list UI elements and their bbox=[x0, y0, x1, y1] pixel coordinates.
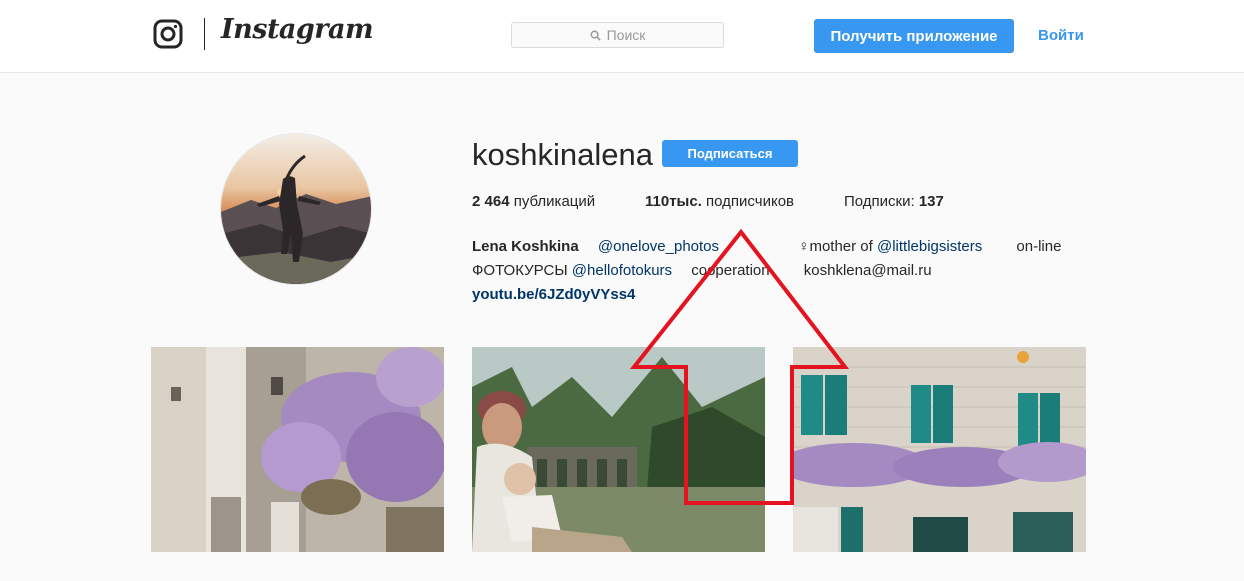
bio-mention-link[interactable]: @littlebigsisters bbox=[877, 238, 982, 255]
posts-count-stat: 2 464 публикаций bbox=[472, 193, 595, 210]
profile-username: koshkinalena bbox=[472, 137, 653, 172]
post-image bbox=[151, 347, 444, 552]
following-label: Подписки: bbox=[844, 193, 915, 210]
followers-stat[interactable]: 110тыс. подписчиков bbox=[645, 193, 794, 210]
bio-full-name: Lena Koshkina bbox=[472, 238, 579, 255]
top-navigation-bar: Instagram Поиск Получить приложение Войт… bbox=[0, 0, 1244, 73]
follow-button[interactable]: Подписаться bbox=[662, 140, 798, 167]
followers-count: 110тыс. bbox=[645, 193, 702, 210]
avatar-photo bbox=[221, 134, 371, 284]
bio-mention-link[interactable]: @hellofotokurs bbox=[572, 262, 672, 279]
search-placeholder: Поиск bbox=[606, 27, 646, 43]
instagram-camera-icon[interactable] bbox=[153, 19, 183, 49]
following-stat[interactable]: Подписки: 137 bbox=[844, 193, 944, 210]
bio-text bbox=[579, 238, 598, 255]
avatar[interactable] bbox=[220, 133, 372, 285]
logo-divider bbox=[204, 18, 205, 50]
followers-label: подписчиков bbox=[706, 193, 795, 210]
post-thumbnail[interactable] bbox=[793, 347, 1086, 552]
post-image bbox=[793, 347, 1086, 552]
search-icon bbox=[590, 30, 601, 41]
post-thumbnail[interactable] bbox=[472, 347, 765, 552]
bio-text: on-line bbox=[982, 238, 1062, 255]
search-input[interactable]: Поиск bbox=[511, 22, 724, 48]
instagram-wordmark[interactable]: Instagram bbox=[221, 14, 374, 45]
bio-website-link[interactable]: youtu.be/6JZd0yVYss4 bbox=[472, 286, 635, 303]
post-image bbox=[472, 347, 765, 552]
posts-count: 2 464 bbox=[472, 193, 510, 210]
profile-bio: Lena Koshkina @onelove_photos ♀mother of… bbox=[472, 235, 1112, 307]
post-thumbnail[interactable] bbox=[151, 347, 444, 552]
bio-text: ♀mother of bbox=[719, 238, 877, 255]
bio-text: ФОТОКУРСЫ bbox=[472, 262, 572, 279]
login-link[interactable]: Войти bbox=[1038, 27, 1084, 44]
get-app-button[interactable]: Получить приложение bbox=[814, 19, 1014, 53]
posts-label: публикаций bbox=[513, 193, 596, 210]
following-count: 137 bbox=[918, 193, 944, 210]
bio-text: cooperation koshklena@mail.ru bbox=[672, 262, 932, 279]
bio-mention-link[interactable]: @onelove_photos bbox=[598, 238, 719, 255]
